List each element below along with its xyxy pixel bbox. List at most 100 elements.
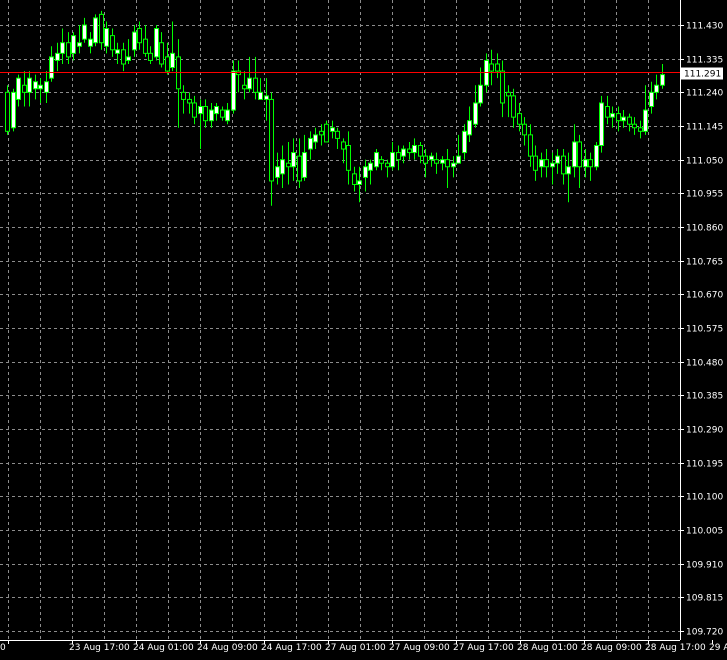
candle [583,149,588,178]
candle-body [291,152,296,168]
candle [297,138,302,189]
candle-body [308,137,313,150]
candle [522,117,527,146]
candle [379,156,384,171]
candle-body [82,24,87,40]
candle [93,14,98,47]
candle-body [396,152,401,161]
candle-body [561,155,566,175]
candle-body [247,77,252,90]
candle [27,71,32,107]
candle-body [341,141,346,150]
candle-body [555,155,560,164]
candle-body [407,148,412,154]
candle-body [368,162,373,171]
candle-body [93,17,98,44]
candle-body [33,81,38,90]
candle [104,21,109,54]
candle [280,145,285,189]
candle [473,85,478,128]
candle [544,149,549,178]
x-tick-label: 28 Aug 09:00 [581,643,642,653]
candle-body [132,31,137,51]
candle [165,42,170,75]
candle-body [412,144,417,154]
candle-body [280,159,285,175]
candle [346,131,351,185]
candle-body [269,98,274,182]
x-tick-label: 29 Aug 01:00 [709,643,727,653]
y-tick-label: 110.480 [686,359,723,369]
candle [313,127,318,150]
candle [154,25,159,61]
candle [335,127,340,150]
candle [330,120,335,139]
candle [352,166,357,192]
candle-body [231,70,236,111]
candle [467,106,472,142]
candle [588,152,593,181]
candle [198,99,203,150]
candle [445,149,450,189]
candle-body [209,109,214,122]
current-price-label: 111.291 [684,70,721,80]
overlays: 111.291 [0,67,723,80]
candle [654,74,659,100]
candle [148,46,153,64]
candle [368,159,373,185]
candle [550,152,555,185]
candle-body [649,91,654,108]
candle [500,60,505,118]
y-tick-label: 110.575 [686,325,723,335]
candle [319,124,324,146]
candle [341,138,346,164]
candle [236,60,241,93]
candle [412,138,417,160]
candle-body [462,130,467,154]
candle [511,88,516,128]
y-tick-label: 110.195 [686,460,723,470]
candle-body [423,155,428,164]
x-tick-label: 27 Aug 09:00 [389,643,450,653]
candle [605,95,610,125]
candle-body [363,166,368,178]
candle-body [599,102,604,146]
candle-body [550,162,555,168]
x-tick-label: 28 Aug 17:00 [645,643,706,653]
candle [374,149,379,171]
candle-body [539,159,544,168]
candle-body [313,134,318,143]
x-tick-label: 24 Aug 01:00 [133,643,194,653]
candle [599,95,604,153]
candle [159,32,164,68]
candle-body [77,42,82,47]
candle-body [632,123,637,129]
candle-body [198,106,203,115]
candle [49,46,54,82]
candle [440,156,445,171]
candle [220,106,225,121]
candle-body [159,42,164,65]
candle [242,71,247,100]
candle [429,152,434,167]
candle-body [401,148,406,157]
candle-body [456,155,461,164]
candle-body [214,106,219,115]
y-tick-label: 111.430 [686,22,723,32]
candle-body [286,162,291,168]
candle [616,106,621,132]
y-tick-label: 109.815 [686,594,723,604]
candle-body [610,113,615,118]
candle-body [522,123,527,136]
candle-body [88,38,93,47]
candle-body [500,70,505,104]
candle-body [22,84,27,93]
candle-body [335,130,340,139]
candle [577,134,582,189]
candle-body [588,159,593,168]
x-tick-label: 28 Aug 01:00 [517,643,578,653]
chart-canvas: 111.291 111.430111.335111.240111.145111.… [0,0,727,653]
candle [495,53,500,79]
candle [33,74,38,100]
candle-body [660,74,665,86]
